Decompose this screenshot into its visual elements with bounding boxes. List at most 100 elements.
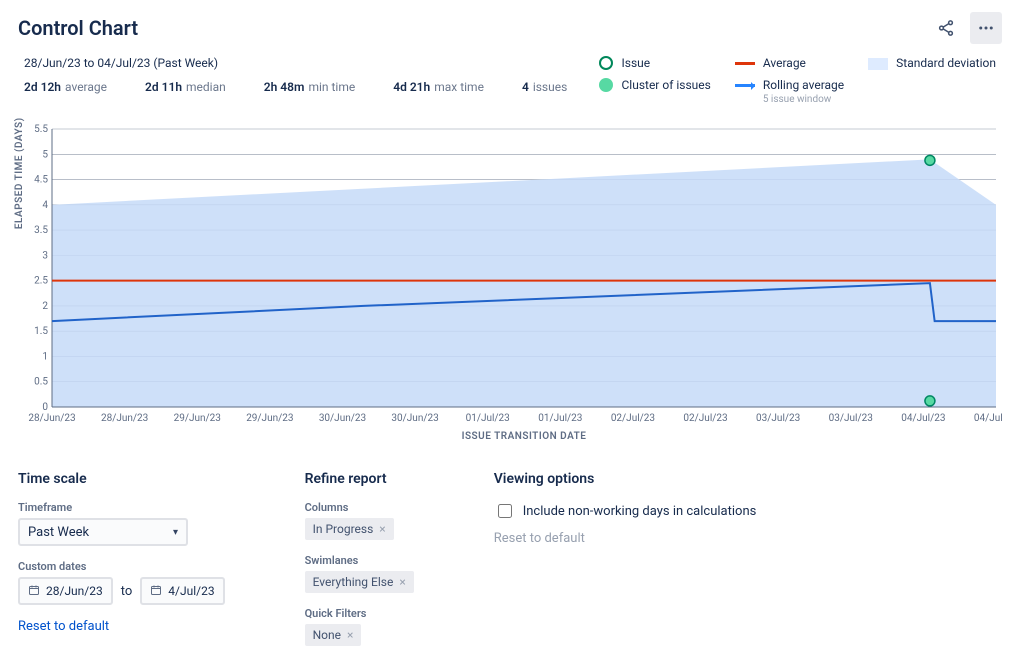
stat-label: max time [434,80,484,94]
section-title: Time scale [18,471,225,487]
reset-time-scale-link[interactable]: Reset to default [18,619,225,634]
quickfilters-tag[interactable]: None × [305,624,362,646]
stat-min: 2h 48mmin time [264,80,355,94]
stat-label: min time [308,80,355,94]
columns-tag[interactable]: In Progress × [305,518,394,540]
stat-value: 4d 21h [393,80,430,94]
tag-label: None [313,628,341,642]
stat-value: 2h 48m [264,80,305,94]
remove-tag-icon[interactable]: × [347,628,353,642]
legend-label: Average [763,56,806,70]
tag-label: In Progress [313,522,374,536]
svg-text:28/Jun/23: 28/Jun/23 [28,413,75,424]
controls-panel: Time scale Timeframe Past Week ▾ Custom … [18,471,1002,646]
stat-label: average [65,80,107,94]
legend-label: Issue [621,56,650,70]
stat-label: median [186,80,226,94]
svg-text:2.5: 2.5 [34,276,48,287]
legend-label: Rolling average [763,78,844,92]
select-value: Past Week [28,525,89,540]
svg-text:0: 0 [42,402,48,413]
page-header: Control Chart [18,12,1002,44]
legend-cluster: Cluster of issues [599,78,710,105]
timeframe-select[interactable]: Past Week ▾ [18,518,188,546]
stat-value: 2d 11h [145,80,182,94]
y-axis-label: ELAPSED TIME (DAYS) [14,117,25,229]
stat-issues: 4 issues [522,80,567,94]
field-label: Custom dates [18,560,225,573]
stat-value: 4 [522,80,529,94]
date-value: 4/Jul/23 [168,584,214,598]
issue-icon [599,56,613,70]
legend-label: Standard deviation [896,56,996,70]
chart-area: ELAPSED TIME (DAYS) 00.511.522.533.544.5… [18,123,1002,447]
section-title: Refine report [305,471,414,487]
svg-text:3: 3 [42,250,48,261]
stat-label: issues [533,80,567,94]
legend: Issue Average Standard deviation Cluster… [599,56,996,105]
stats-row: 2d 12haverage 2d 11h median 2h 48mmin tim… [24,80,567,94]
page-title: Control Chart [18,16,138,40]
legend-label: Cluster of issues [621,78,710,92]
chart-svg[interactable]: 0 0.5 1 1.5 2 2.5 3 3.5 4 4.5 5 5.5 28/Jun/23 28/Jun/… [18,123,1002,447]
svg-text:01/Jul/23: 01/Jul/23 [466,413,510,424]
svg-text:1: 1 [42,351,48,362]
svg-text:29/Jun/23: 29/Jun/23 [174,413,221,424]
svg-text:02/Jul/23: 02/Jul/23 [683,413,727,424]
stat-median: 2d 11h median [145,80,226,94]
remove-tag-icon[interactable]: × [379,522,385,536]
calendar-icon [28,584,40,599]
legend-stddev: Standard deviation [868,56,996,70]
field-label: Quick Filters [305,607,414,620]
more-button[interactable] [970,12,1002,44]
stddev-swatch-icon [868,58,888,70]
field-label: Columns [305,501,414,514]
checkbox-label: Include non-working days in calculations [523,504,757,519]
legend-average: Average [735,56,844,70]
date-from-input[interactable]: 28/Jun/23 [18,577,113,605]
svg-text:02/Jul/23: 02/Jul/23 [611,413,655,424]
rolling-line-icon [735,84,755,87]
reset-viewing-link[interactable]: Reset to default [494,531,757,546]
time-scale-column: Time scale Timeframe Past Week ▾ Custom … [18,471,225,634]
svg-text:0.5: 0.5 [34,377,48,388]
legend-sublabel: 5 issue window [763,94,844,105]
svg-text:04/Jul/23: 04/Jul/23 [974,413,1002,424]
field-label: Timeframe [18,501,225,514]
swimlanes-tag[interactable]: Everything Else × [305,571,414,593]
cluster-icon [599,78,613,92]
header-actions [930,12,1002,44]
svg-text:1.5: 1.5 [34,326,48,337]
stat-average: 2d 12haverage [24,80,107,94]
summary-row: 28/Jun/23 to 04/Jul/23 (Past Week) 2d 12… [18,56,1002,105]
svg-text:30/Jun/23: 30/Jun/23 [391,413,438,424]
svg-text:4.5: 4.5 [34,175,48,186]
refine-report-column: Refine report Columns In Progress × Swim… [305,471,414,646]
legend-rolling: Rolling average 5 issue window [735,78,844,105]
svg-text:28/Jun/23: 28/Jun/23 [101,413,148,424]
svg-text:03/Jul/23: 03/Jul/23 [756,413,800,424]
svg-text:ISSUE TRANSITION DATE: ISSUE TRANSITION DATE [462,431,587,442]
date-range: 28/Jun/23 to 04/Jul/23 (Past Week) [24,56,567,70]
stats-block: 28/Jun/23 to 04/Jul/23 (Past Week) 2d 12… [24,56,567,94]
nonworking-checkbox[interactable] [498,504,512,518]
section-title: Viewing options [494,471,757,487]
svg-text:03/Jul/23: 03/Jul/23 [829,413,873,424]
svg-text:30/Jun/23: 30/Jun/23 [319,413,366,424]
share-button[interactable] [930,12,962,44]
legend-issue: Issue [599,56,710,70]
svg-text:5.5: 5.5 [34,124,48,135]
svg-text:29/Jun/23: 29/Jun/23 [246,413,293,424]
svg-text:01/Jul/23: 01/Jul/23 [538,413,582,424]
chevron-down-icon: ▾ [173,527,178,538]
calendar-icon [150,584,162,599]
viewing-options-column: Viewing options Include non-working days… [494,471,757,546]
svg-text:2: 2 [42,301,48,312]
field-label: Swimlanes [305,554,414,567]
svg-text:4: 4 [42,200,48,211]
date-value: 28/Jun/23 [46,584,103,598]
svg-text:3.5: 3.5 [34,225,48,236]
date-to-input[interactable]: 4/Jul/23 [140,577,224,605]
svg-text:5: 5 [42,149,48,160]
to-label: to [121,584,133,599]
